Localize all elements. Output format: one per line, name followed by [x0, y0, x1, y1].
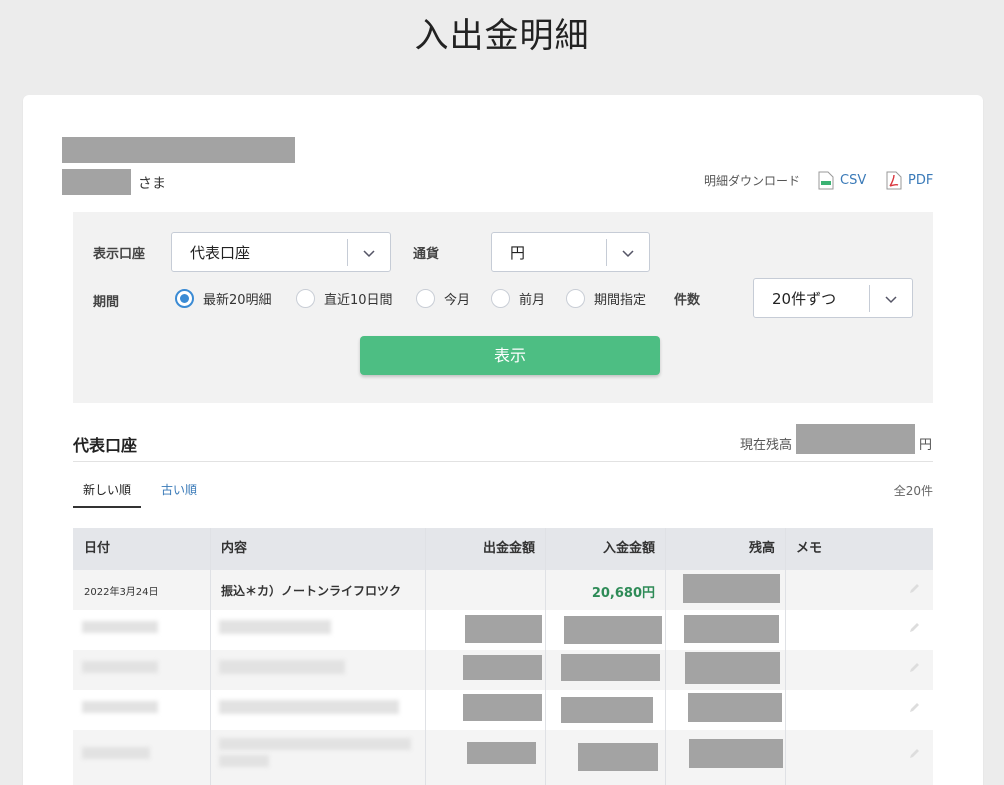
radio-selected-icon	[175, 289, 194, 308]
current-balance-redacted	[796, 424, 915, 454]
deposit-redacted	[578, 743, 658, 771]
header-deposit: 入金金額	[602, 541, 655, 556]
count-filter-label: 件数	[674, 293, 701, 308]
period-option-this-month[interactable]: 今月	[416, 289, 470, 308]
chevron-down-icon	[363, 250, 375, 258]
pencil-icon[interactable]	[908, 583, 920, 595]
pencil-icon[interactable]	[908, 748, 920, 760]
customer-suffix: さま	[138, 176, 166, 192]
period-option-label: 期間指定	[594, 293, 647, 308]
period-option-label: 前月	[519, 293, 546, 308]
radio-icon	[566, 289, 585, 308]
period-option-label: 今月	[444, 293, 471, 308]
header-date: 日付	[84, 541, 111, 556]
radio-icon	[491, 289, 510, 308]
count-select[interactable]: 20件ずつ	[753, 278, 913, 318]
currency-filter-label: 通貨	[413, 247, 440, 262]
balance-redacted	[684, 615, 779, 643]
page-title: 入出金明細	[414, 16, 590, 56]
chevron-down-icon	[622, 250, 634, 258]
radio-icon	[416, 289, 435, 308]
row-deposit: 20,680円	[591, 586, 655, 601]
period-filter-label: 期間	[93, 295, 120, 310]
balance-redacted	[685, 652, 780, 684]
currency-select[interactable]: 円	[491, 232, 650, 272]
period-option-custom[interactable]: 期間指定	[566, 289, 646, 308]
period-option-last-month[interactable]: 前月	[491, 289, 545, 308]
account-section-title: 代表口座	[73, 436, 138, 455]
balance-redacted	[688, 693, 782, 722]
pencil-icon[interactable]	[908, 702, 920, 714]
period-option-label: 最新20明細	[203, 293, 272, 308]
period-option-latest20[interactable]: 最新20明細	[175, 289, 272, 308]
csv-file-icon	[818, 171, 834, 190]
withdrawal-redacted	[463, 655, 542, 680]
row-description: 振込＊カ）ノートンライフロツク	[221, 584, 402, 598]
header-description: 内容	[221, 541, 248, 556]
pencil-icon[interactable]	[908, 662, 920, 674]
current-balance-label: 現在残高	[740, 438, 793, 453]
pdf-label: PDF	[908, 173, 934, 188]
radio-icon	[296, 289, 315, 308]
account-select-value: 代表口座	[190, 244, 251, 262]
withdrawal-redacted	[465, 615, 542, 643]
period-option-label: 直近10日間	[324, 293, 393, 308]
table-row: 2022年3月24日 振込＊カ）ノートンライフロツク 20,680円	[73, 570, 933, 610]
account-filter-label: 表示口座	[93, 247, 146, 262]
header-balance: 残高	[748, 541, 775, 556]
deposit-redacted	[561, 697, 653, 723]
account-select[interactable]: 代表口座	[171, 232, 391, 272]
table-header: 日付 内容 出金金額 入金金額 残高 メモ	[73, 528, 933, 570]
download-label: 明細ダウンロード	[704, 174, 801, 188]
pdf-file-icon	[886, 171, 902, 190]
balance-unit: 円	[919, 438, 933, 453]
customer-name-redacted	[62, 137, 295, 163]
pdf-download-link[interactable]: PDF	[886, 171, 933, 190]
withdrawal-redacted	[463, 694, 542, 721]
customer-subname-redacted	[62, 169, 131, 195]
balance-redacted	[683, 574, 780, 603]
header-withdrawal: 出金金額	[482, 541, 535, 556]
section-divider	[73, 461, 933, 462]
chevron-down-icon	[885, 296, 897, 304]
total-count: 全20件	[893, 484, 933, 498]
deposit-redacted	[561, 654, 660, 681]
period-option-last10days[interactable]: 直近10日間	[296, 289, 393, 308]
withdrawal-redacted	[467, 742, 536, 764]
header-memo: メモ	[796, 541, 823, 556]
csv-label: CSV	[840, 173, 867, 188]
currency-select-value: 円	[510, 244, 526, 262]
row-date: 2022年3月24日	[84, 587, 159, 598]
csv-download-link[interactable]: CSV	[818, 171, 866, 190]
pencil-icon[interactable]	[908, 622, 920, 634]
tab-oldest-first[interactable]: 古い順	[161, 481, 197, 498]
balance-redacted	[689, 739, 783, 768]
deposit-redacted	[564, 616, 662, 644]
tab-newest-first[interactable]: 新しい順	[73, 481, 141, 508]
show-button[interactable]: 表示	[360, 336, 660, 375]
count-select-value: 20件ずつ	[772, 290, 837, 308]
